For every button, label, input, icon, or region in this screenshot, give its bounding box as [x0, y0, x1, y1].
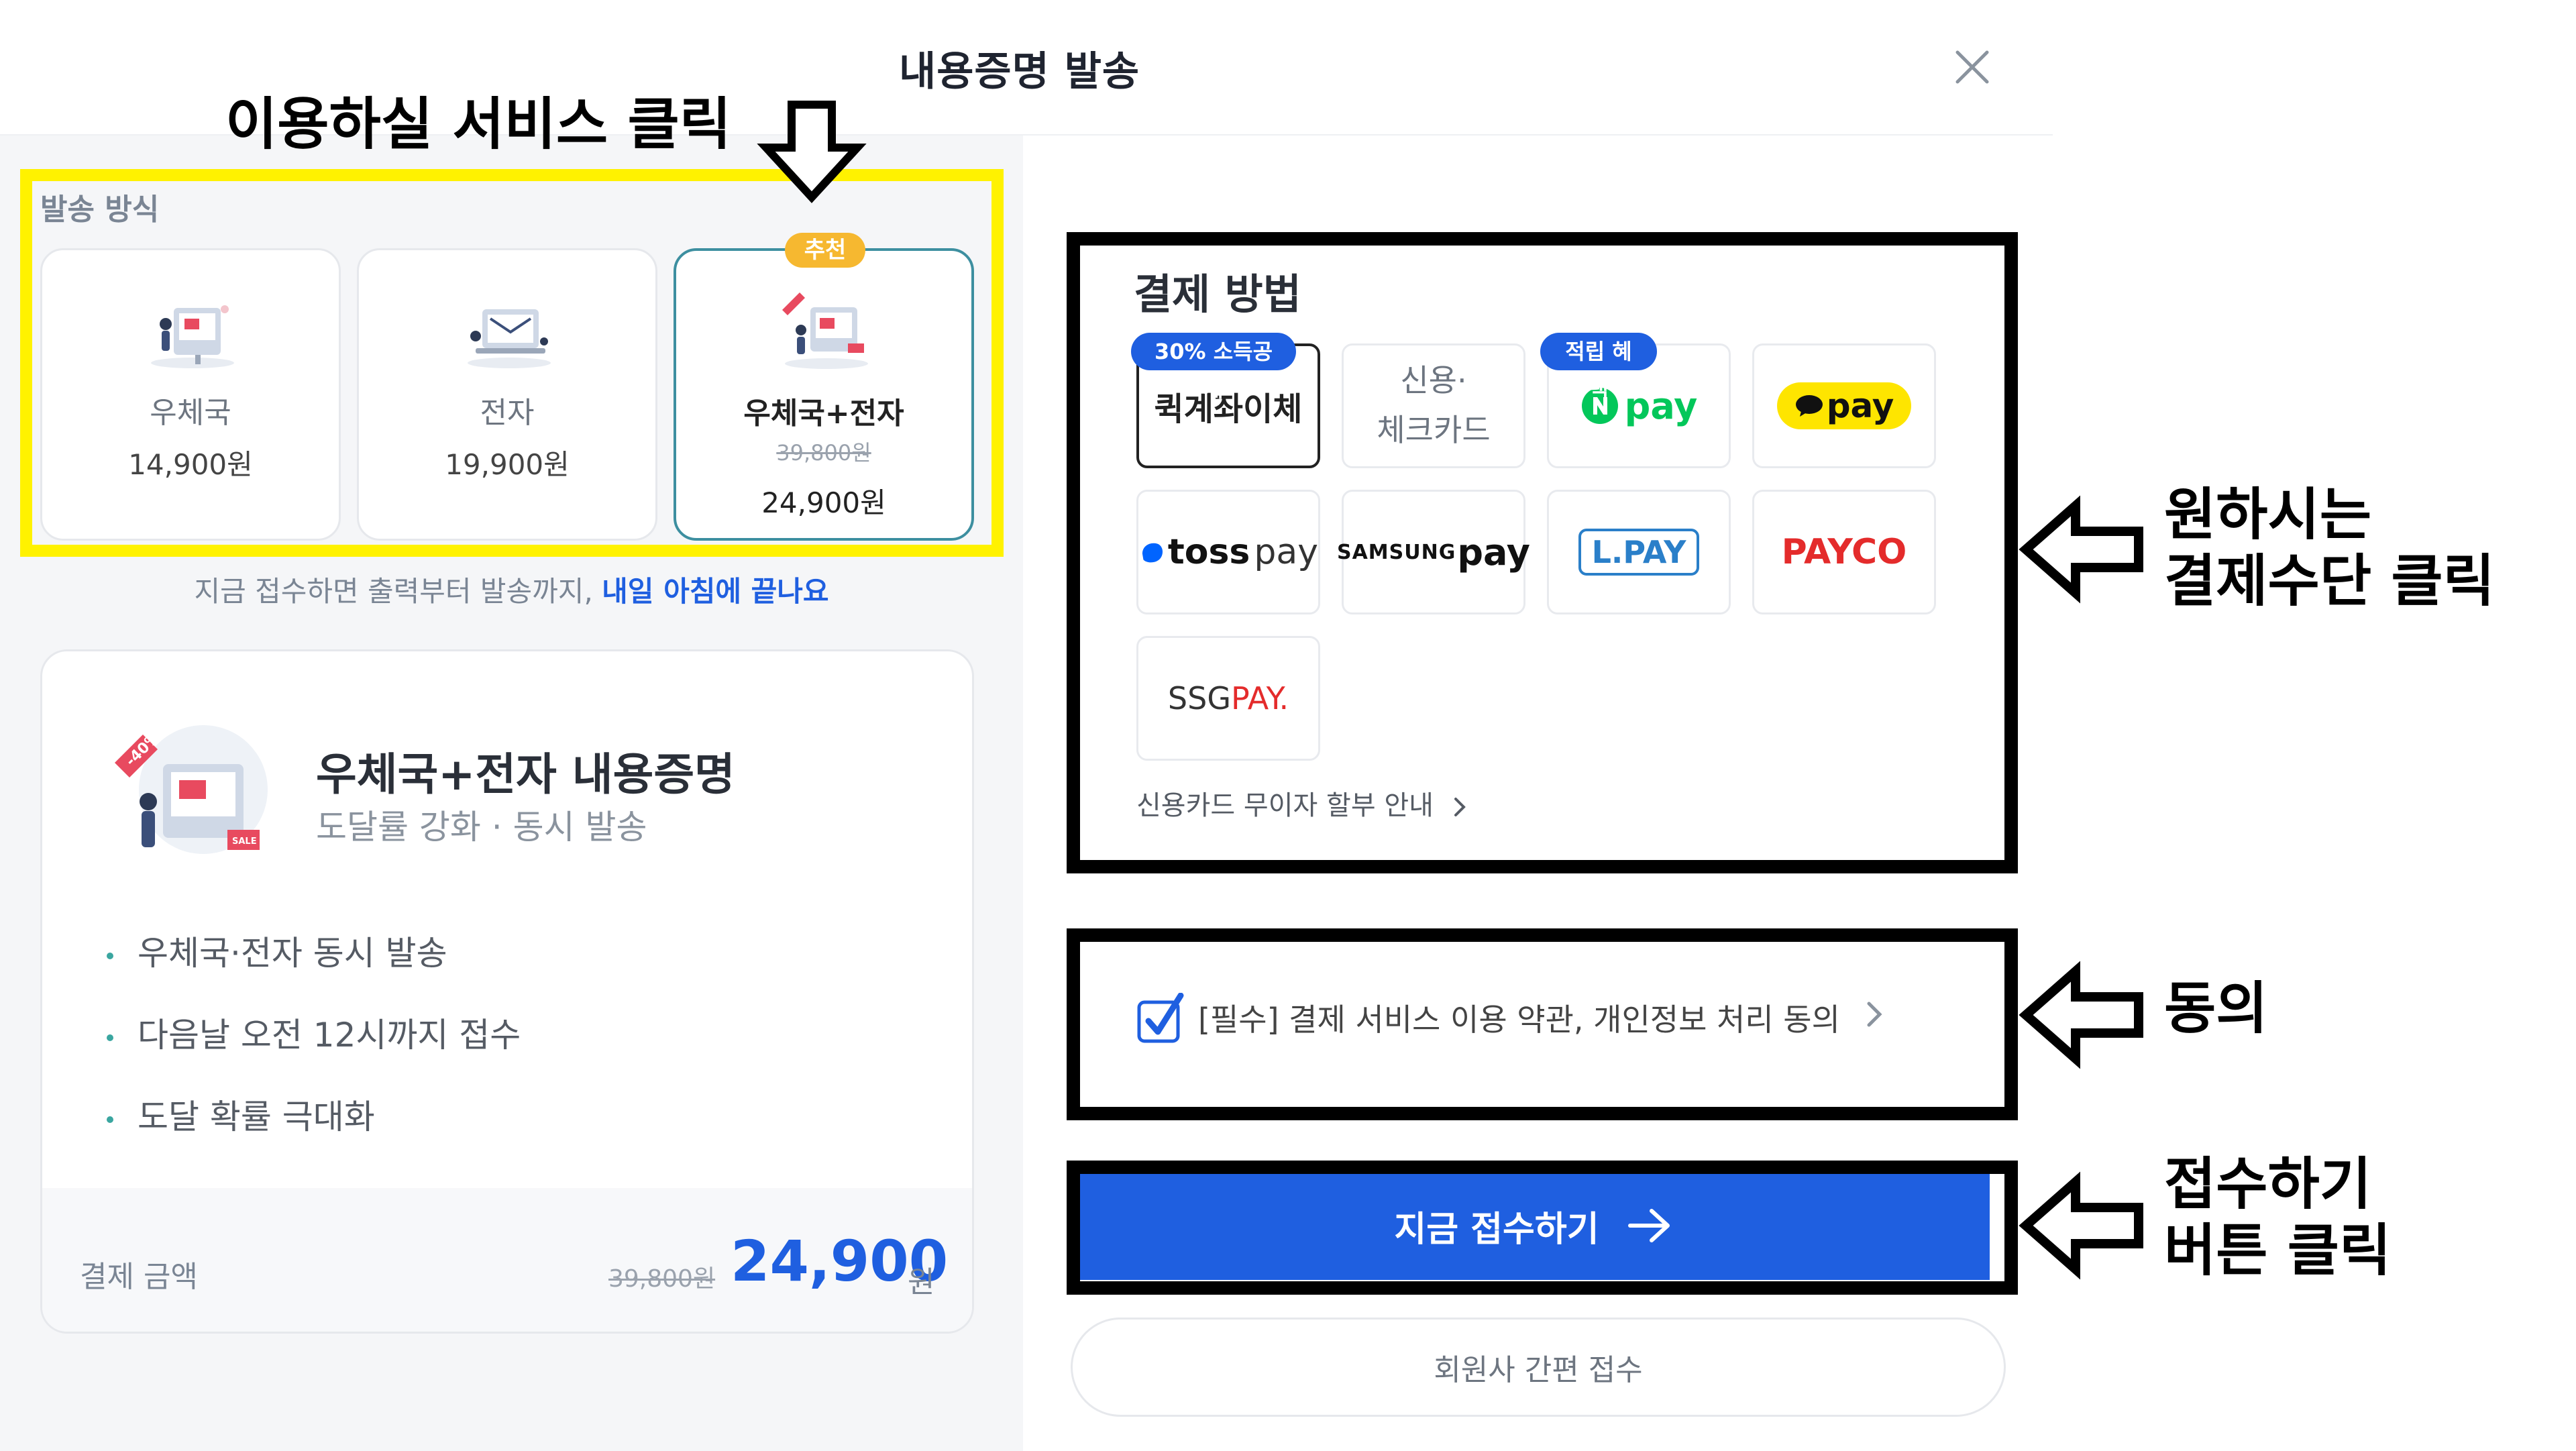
left-arrow-icon: [2019, 1171, 2143, 1280]
product-summary-card: -40% SALE 우체국+전자 내용증명 도달률 강화 · 동시 발송 우체국…: [40, 649, 974, 1334]
payment-amount-label: 결제 금액: [80, 1260, 198, 1294]
member-button-label: 회원사 간편 접수: [1434, 1353, 1643, 1387]
feature-item: 다음날 오전 12시까지 접수: [107, 1008, 521, 1057]
delivery-notice: 지금 접수하면 출력부터 발송까지, 내일 아침에 끝나요: [0, 569, 1023, 610]
highlight-box-submit: [1067, 1161, 2018, 1295]
member-quick-submit-button[interactable]: 회원사 간편 접수: [1071, 1318, 2006, 1417]
bullet-icon: [107, 1116, 113, 1123]
annotation-line: 원하시는: [2164, 482, 2372, 547]
feature-item: 우체국·전자 동시 발송: [107, 926, 447, 975]
annotation-line: 결제수단 클릭: [2164, 548, 2495, 614]
original-amount: 39,800원: [608, 1265, 716, 1293]
annotation-select-payment: 원하시는 결제수단 클릭: [2164, 482, 2495, 614]
annotation-click-submit: 접수하기 버튼 클릭: [2164, 1151, 2391, 1284]
left-arrow-icon: [2019, 495, 2143, 604]
currency-unit: 원: [908, 1265, 935, 1299]
highlight-box-send-method: [20, 169, 1004, 557]
bullet-icon: [107, 952, 113, 959]
product-title: 우체국+전자 내용증명: [316, 749, 735, 800]
feature-text: 다음날 오전 12시까지 접수: [138, 1016, 521, 1055]
annotation-line: 버튼 클릭: [2164, 1218, 2392, 1284]
feature-item: 도달 확률 극대화: [107, 1090, 375, 1138]
notice-text: 지금 접수하면 출력부터 발송까지,: [194, 575, 593, 608]
product-illustration: -40% SALE: [115, 725, 268, 854]
annotation-agree: 동의: [2164, 975, 2268, 1041]
highlight-box-payment: [1067, 232, 2018, 873]
notice-highlight: 내일 아침에 끝나요: [602, 575, 829, 608]
bullet-icon: [107, 1034, 113, 1041]
close-icon: [1955, 50, 1989, 84]
left-arrow-icon: [2019, 961, 2143, 1069]
annotation-select-service: 이용하실 서비스 클릭: [225, 91, 732, 157]
down-arrow-icon: [757, 101, 867, 203]
feature-text: 도달 확률 극대화: [138, 1097, 375, 1136]
product-subtitle: 도달률 강화 · 동시 발송: [316, 808, 647, 847]
sale-tag: SALE: [232, 837, 257, 847]
highlight-box-agreement: [1067, 928, 2018, 1120]
feature-text: 우체국·전자 동시 발송: [138, 934, 447, 973]
modal-title: 내용증명 발송: [899, 48, 1140, 95]
close-button[interactable]: [1945, 40, 1999, 94]
annotation-line: 접수하기: [2164, 1151, 2372, 1217]
